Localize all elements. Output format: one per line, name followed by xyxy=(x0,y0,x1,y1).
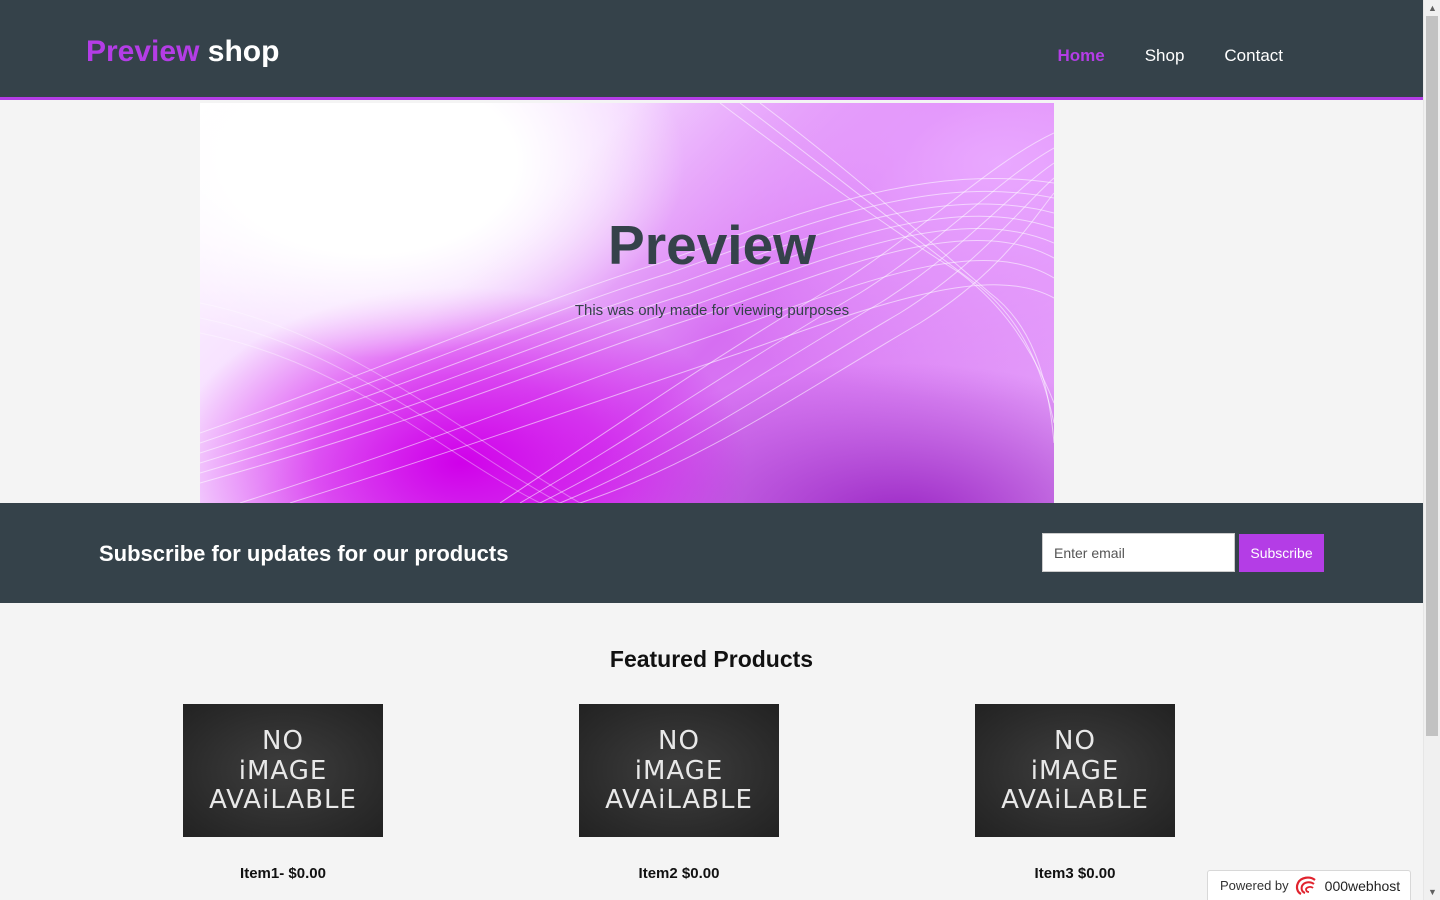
no-image-line: AVAiLABLE xyxy=(605,785,753,815)
product-image[interactable]: NO iMAGE AVAiLABLE xyxy=(579,704,779,837)
site-logo[interactable]: Preview shop xyxy=(86,35,279,69)
product-card[interactable]: NO iMAGE AVAiLABLE Item3 $0.00 xyxy=(975,704,1175,882)
newsletter-heading: Subscribe for updates for our products xyxy=(99,541,509,566)
site-header: Preview shop Home Shop Contact xyxy=(0,0,1423,100)
subscribe-button[interactable]: Subscribe xyxy=(1239,534,1324,572)
product-image[interactable]: NO iMAGE AVAiLABLE xyxy=(183,704,383,837)
vertical-scrollbar[interactable]: ▲ ▼ xyxy=(1423,0,1440,900)
main-nav: Home Shop Contact xyxy=(1037,46,1303,66)
logo-rest-text: shop xyxy=(199,35,280,68)
scrollbar-thumb[interactable] xyxy=(1426,16,1438,736)
page: Preview shop Home Shop Contact Preview T… xyxy=(0,0,1423,900)
email-input[interactable] xyxy=(1042,533,1235,572)
showcase-banner: Preview This was only made for viewing p… xyxy=(200,103,1054,503)
scroll-up-arrow-icon[interactable]: ▲ xyxy=(1424,0,1440,16)
newsletter-section: Subscribe for updates for our products S… xyxy=(0,503,1423,603)
product-name: Item3 $0.00 xyxy=(1034,865,1116,882)
showcase-subtitle: This was only made for viewing purposes xyxy=(574,302,850,319)
logo-accent-text: Preview xyxy=(86,35,200,68)
nav-contact-link[interactable]: Contact xyxy=(1204,46,1303,66)
no-image-line: iMAGE xyxy=(634,756,724,786)
nav-home-link[interactable]: Home xyxy=(1037,46,1124,66)
nav-shop-link[interactable]: Shop xyxy=(1125,46,1205,66)
product-card[interactable]: NO iMAGE AVAiLABLE Item1- $0.00 xyxy=(183,704,383,882)
showcase-title: Preview xyxy=(608,214,816,276)
product-card[interactable]: NO iMAGE AVAiLABLE Item2 $0.00 xyxy=(579,704,779,882)
no-image-line: NO xyxy=(658,726,700,756)
product-name: Item1- $0.00 xyxy=(240,865,326,882)
no-image-line: NO xyxy=(1054,726,1096,756)
webhost-brand-name: 000webhost xyxy=(1324,877,1401,894)
featured-products-section: Featured Products NO iMAGE AVAiLABLE Ite… xyxy=(0,603,1423,900)
no-image-line: iMAGE xyxy=(1030,756,1120,786)
featured-products-heading: Featured Products xyxy=(609,646,814,672)
no-image-line: AVAiLABLE xyxy=(1001,785,1149,815)
powered-by-label: Powered by xyxy=(1220,878,1289,893)
product-name: Item2 $0.00 xyxy=(638,865,720,882)
powered-by-badge[interactable]: Powered by 000webhost xyxy=(1207,870,1411,900)
no-image-line: AVAiLABLE xyxy=(209,785,357,815)
no-image-line: NO xyxy=(262,726,304,756)
scroll-down-arrow-icon[interactable]: ▼ xyxy=(1424,884,1440,900)
product-image[interactable]: NO iMAGE AVAiLABLE xyxy=(975,704,1175,837)
webhost-logo-icon xyxy=(1295,876,1316,895)
no-image-line: iMAGE xyxy=(238,756,328,786)
